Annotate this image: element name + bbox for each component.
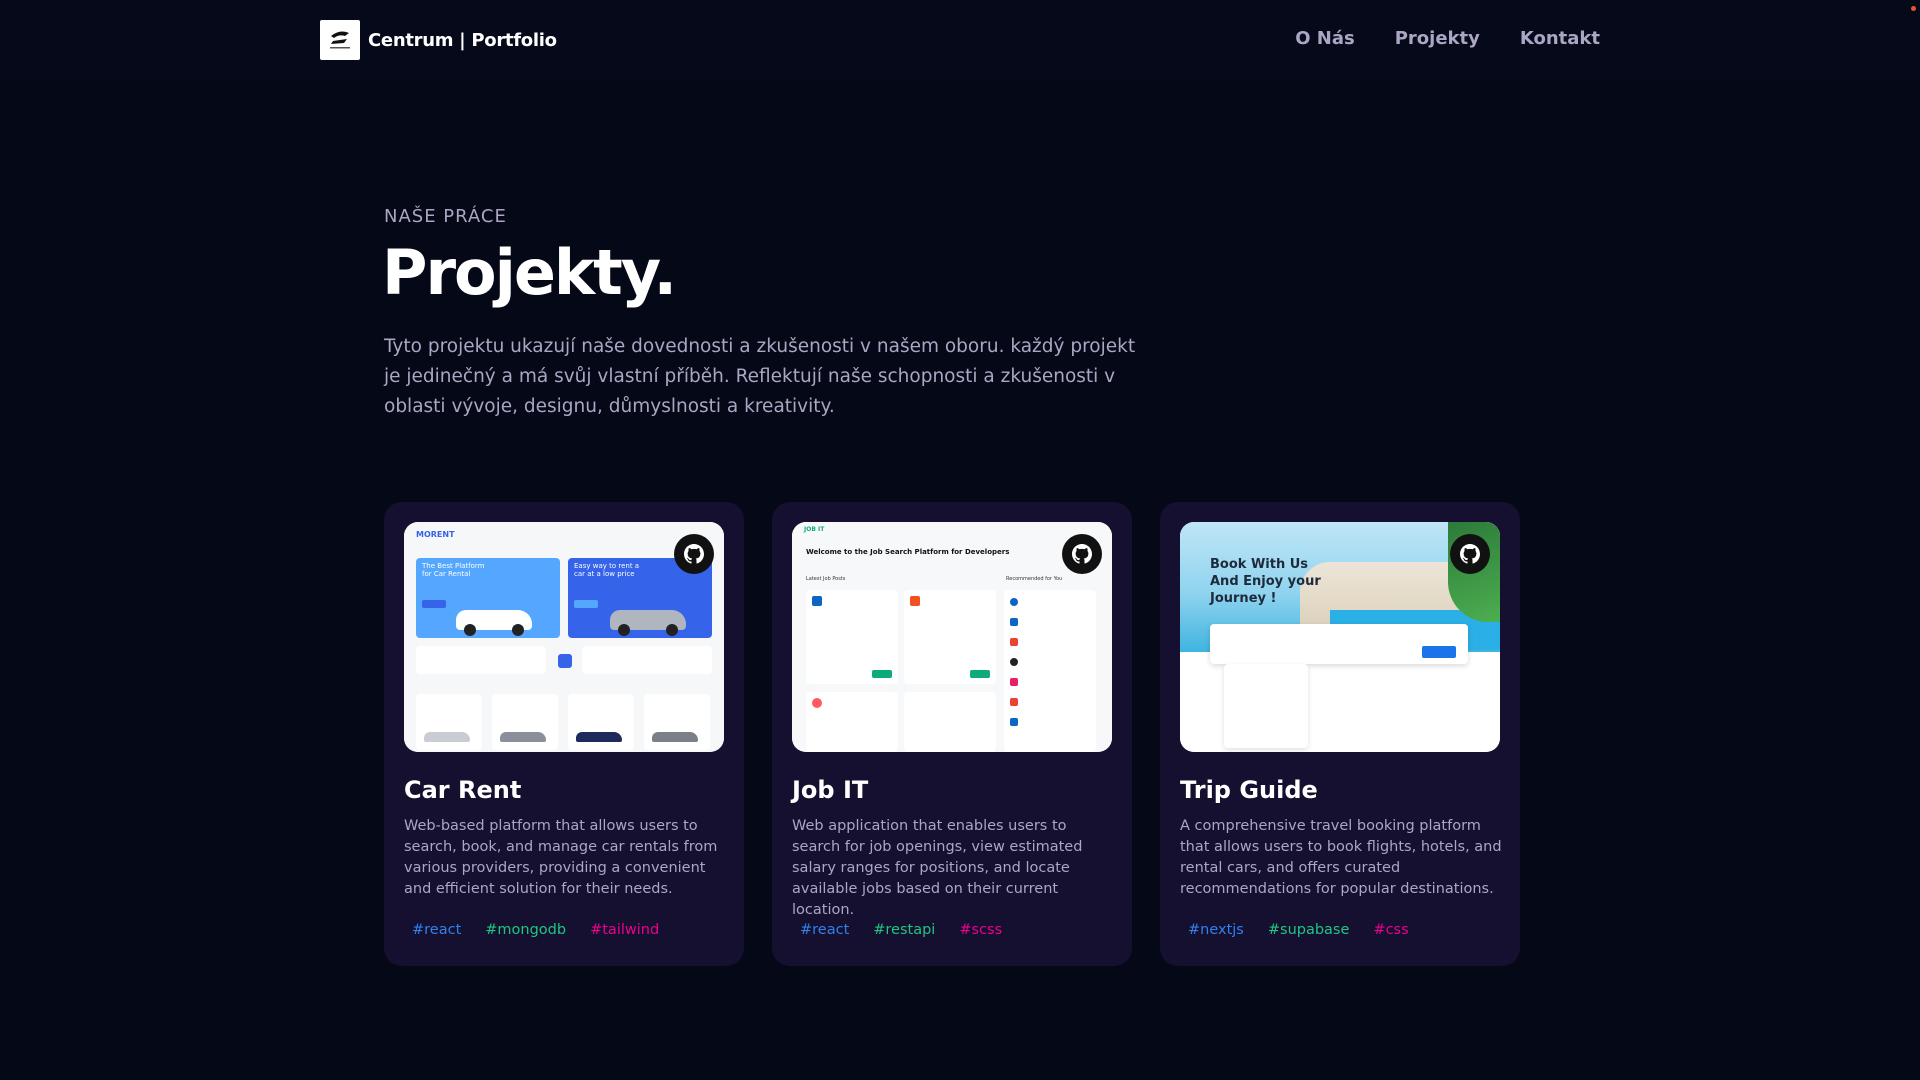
project-card-job-it: JOB IT Welcome to the Job Search Platfor… [772, 502, 1132, 966]
project-tag: #react [412, 922, 462, 938]
navbar: Centrum | Portfolio O Nás Projekty Konta… [0, 0, 1920, 82]
project-description: Web-based platform that allows users to … [404, 818, 718, 897]
github-icon [1072, 544, 1092, 564]
section-description: Tyto projektu ukazují naše dovednosti a … [384, 336, 1136, 417]
project-title: Car Rent [404, 776, 522, 804]
github-link-car-rent[interactable] [674, 534, 714, 574]
project-tags: #react #restapi #scss [800, 922, 1002, 938]
thumb-welcome: Welcome to the Job Search Platform for D… [806, 548, 1010, 556]
project-tag: #nextjs [1188, 922, 1244, 938]
github-link-trip-guide[interactable] [1450, 534, 1490, 574]
project-tag: #mongodb [485, 922, 567, 938]
github-link-job-it[interactable] [1062, 534, 1102, 574]
thumb-side: Recommended for You [1006, 576, 1063, 582]
project-title: Job IT [792, 776, 869, 804]
nav-link-projekty[interactable]: Projekty [1395, 28, 1480, 49]
project-image-car-rent: MORENT The Best Platform for Car Rental … [404, 522, 724, 752]
project-tag: #tailwind [590, 922, 660, 938]
project-tag: #css [1373, 922, 1409, 938]
thumb-promo-1: The Best Platform for Car Rental [422, 562, 485, 578]
thumb-section: Latest Job Posts [806, 576, 846, 582]
project-card-car-rent: MORENT The Best Platform for Car Rental … [384, 502, 744, 966]
brand-title: Centrum | Portfolio [368, 29, 557, 51]
project-tags: #nextjs #supabase #css [1188, 922, 1409, 938]
project-description: Web application that enables users to se… [792, 818, 1083, 918]
project-tag: #supabase [1267, 922, 1350, 938]
github-icon [1460, 544, 1480, 564]
project-title: Trip Guide [1180, 776, 1318, 804]
thumb-promo-2: Easy way to rent a car at a low price [574, 562, 640, 578]
project-tags: #react #mongodb #tailwind [412, 922, 659, 938]
page-title: Projekty. [382, 236, 677, 309]
thumb-brand: MORENT [416, 530, 455, 539]
project-description: A comprehensive travel booking platform … [1180, 818, 1502, 897]
project-image-trip-guide: Book With Us And Enjoy your Journey ! [1180, 522, 1500, 752]
nav-link-kontakt[interactable]: Kontakt [1520, 28, 1600, 49]
logo-icon [320, 20, 360, 60]
indicator-dot [1911, 6, 1916, 11]
nav-link-o-nas[interactable]: O Nás [1295, 28, 1355, 49]
section-subtitle: NAŠE PRÁCE [384, 206, 507, 227]
thumb-headline: Book With Us And Enjoy your Journey ! [1210, 557, 1321, 606]
project-card-trip-guide: Book With Us And Enjoy your Journey ! Tr… [1160, 502, 1520, 966]
project-tag: #scss [959, 922, 1003, 938]
thumb-brand: JOB IT [804, 526, 825, 533]
project-image-job-it: JOB IT Welcome to the Job Search Platfor… [792, 522, 1112, 752]
brand-link[interactable]: Centrum | Portfolio [320, 20, 557, 60]
project-tag: #restapi [873, 922, 936, 938]
nav-links: O Nás Projekty Kontakt [1295, 28, 1600, 49]
project-tag: #react [800, 922, 850, 938]
github-icon [684, 544, 704, 564]
